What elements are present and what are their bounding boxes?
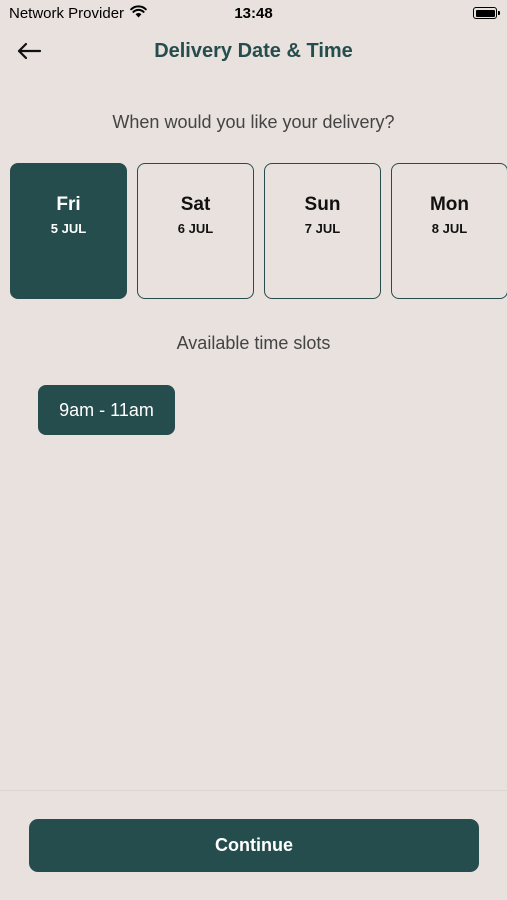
battery-icon <box>473 7 500 19</box>
time-slots-label: Available time slots <box>176 333 331 353</box>
date-day: Mon <box>429 194 470 215</box>
status-time: 13:48 <box>234 5 273 22</box>
date-day: Sun <box>304 194 341 215</box>
header: Delivery Date & Time <box>0 34 507 70</box>
date-date: 8 JUL <box>431 221 468 236</box>
date-card-fri[interactable]: Fri 5 JUL <box>10 163 127 299</box>
date-date: 5 JUL <box>50 221 87 236</box>
date-card-mon[interactable]: Mon 8 JUL <box>391 163 507 299</box>
footer-divider <box>0 790 507 791</box>
status-bar: Network Provider 13:48 <box>0 0 507 28</box>
date-card-sat[interactable]: Sat 6 JUL <box>137 163 254 299</box>
page-title: Delivery Date & Time <box>154 40 353 62</box>
date-date: 6 JUL <box>177 221 214 236</box>
continue-button[interactable]: Continue <box>29 819 479 872</box>
date-day: Fri <box>56 194 81 215</box>
date-card-sun[interactable]: Sun 7 JUL <box>264 163 381 299</box>
time-slot-list: 9am - 11am <box>38 385 175 435</box>
date-day: Sat <box>180 194 211 215</box>
time-slot-button[interactable]: 9am - 11am <box>38 385 175 435</box>
delivery-prompt: When would you like your delivery? <box>112 112 395 132</box>
date-date: 7 JUL <box>304 221 341 236</box>
date-selector: Fri 5 JUL Sat 6 JUL Sun 7 JUL Mon 8 JUL <box>10 163 507 299</box>
